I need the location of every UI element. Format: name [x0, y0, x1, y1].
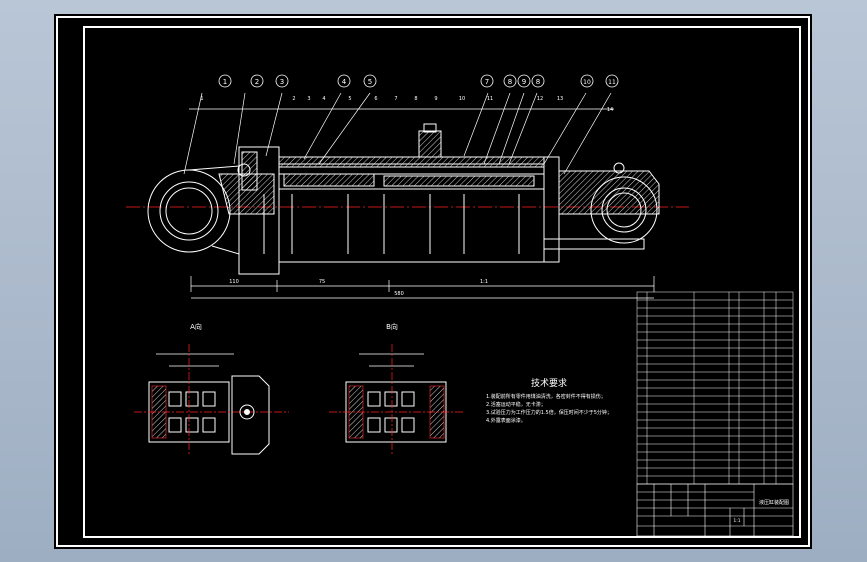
part-balloons: 1 2 3 4 5 7 8 9 8 10 11 [218, 74, 619, 88]
leader-no-3: 3 [307, 96, 310, 102]
balloon-9: 9 [522, 78, 526, 86]
dimension-total: 580 [394, 291, 404, 297]
balloon-5: 5 [368, 78, 372, 86]
leader-no-1: 1 [200, 96, 203, 102]
balloon-8b: 8 [536, 78, 540, 86]
dimension-mid: 75 [319, 279, 325, 285]
leader-no-5: 5 [348, 96, 351, 102]
view-a: A向 [134, 322, 289, 455]
tech-note-3: 3.试验压力为工作压力的1.5倍，保压时间不少于5分钟； [486, 409, 612, 416]
hydraulic-cylinder-assembly-drawing: 1 2 3 4 5 7 8 9 8 10 11 1 2 3 4 5 6 7 8 … [56, 16, 810, 547]
overall-dimension: 110 75 1:1 580 [190, 276, 655, 299]
balloon-8: 8 [508, 78, 512, 86]
view-a-label: A向 [190, 322, 202, 331]
outer-frame [56, 16, 810, 547]
leader-number-row: 1 2 3 4 5 6 7 8 9 10 11 12 13 14 [200, 96, 613, 113]
leader-no-9: 9 [434, 96, 437, 102]
technical-requirements: 技术要求 1.装配前所有零件用煤油清洗，各密封件不得有损伤； 2.活塞运动平稳，… [486, 377, 612, 424]
leader-no-11: 11 [487, 96, 493, 102]
dimension-right: 1:1 [480, 279, 488, 285]
balloon-1: 1 [223, 78, 227, 86]
tech-note-1: 1.装配前所有零件用煤油清洗，各密封件不得有损伤； [486, 393, 606, 400]
leader-no-7: 7 [394, 96, 397, 102]
view-b: B向 [329, 322, 464, 454]
view-b-label: B向 [386, 322, 398, 331]
balloon-10: 10 [583, 79, 591, 86]
inner-frame [83, 26, 801, 538]
balloon-2: 2 [255, 78, 259, 86]
leader-no-14: 14 [607, 107, 613, 113]
balloon-7: 7 [485, 78, 489, 86]
drawing-name: 液压缸装配图 [759, 499, 789, 506]
balloon-11: 11 [608, 79, 616, 86]
leader-no-12: 12 [537, 96, 543, 102]
title-block: 液压缸装配图 1:1 [636, 483, 794, 537]
tech-note-4: 4.外露表面涂漆。 [486, 417, 526, 424]
leader-no-8: 8 [414, 96, 417, 102]
leader-no-2: 2 [292, 96, 295, 102]
drawing-scale: 1:1 [733, 518, 740, 524]
balloon-3: 3 [280, 78, 284, 86]
leader-no-10: 10 [459, 96, 465, 102]
leader-no-4: 4 [322, 96, 325, 102]
leader-no-6: 6 [374, 96, 377, 102]
parts-list-table [636, 291, 794, 485]
drawing-sheet: 1 2 3 4 5 7 8 9 8 10 11 1 2 3 4 5 6 7 8 … [54, 14, 812, 549]
cylinder-main-view [147, 123, 660, 275]
dimension-left: 110 [229, 279, 239, 285]
tech-note-2: 2.活塞运动平稳，无卡滞； [486, 401, 546, 408]
tech-title: 技术要求 [531, 377, 567, 389]
balloon-4: 4 [342, 78, 347, 86]
leader-no-13: 13 [557, 96, 563, 102]
